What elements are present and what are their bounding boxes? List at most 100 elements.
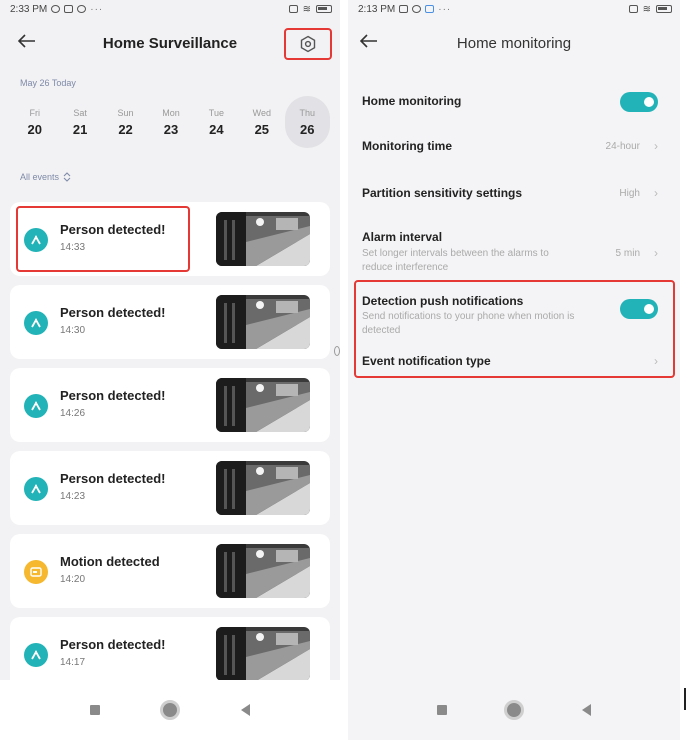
app-status-icon (399, 5, 409, 13)
day-fri[interactable]: Fri 20 (12, 96, 57, 148)
home-button[interactable] (504, 700, 525, 720)
more-status-icon: ··· (438, 3, 452, 15)
back-arrow-icon[interactable] (358, 30, 380, 52)
app-status-icon (64, 5, 74, 13)
highlight-annotation (16, 206, 190, 272)
more-status-icon: ··· (90, 3, 104, 15)
search-status-icon (77, 5, 87, 13)
highlight-annotation (354, 280, 675, 378)
event-thumbnail[interactable] (216, 212, 310, 266)
monitoring-time-row[interactable]: Monitoring time 24-hour › (362, 124, 666, 171)
settings-icon (300, 35, 316, 53)
event-thumbnail[interactable] (216, 627, 310, 681)
app-status-icon (425, 5, 435, 13)
status-bar: 2:13 PM ··· ≋ (348, 0, 680, 18)
event-thumbnail[interactable] (216, 295, 310, 349)
motion-icon (24, 560, 48, 584)
event-list: Person detected! 14:33 Person detected! 14:… (0, 202, 340, 691)
battery-icon (316, 5, 332, 13)
day-number: 20 (27, 121, 42, 137)
event-filter-label: All events (20, 172, 60, 182)
status-time: 2:33 PM (10, 3, 48, 15)
event-card[interactable]: Person detected! 14:33 (10, 202, 330, 276)
day-tue[interactable]: Tue 24 (194, 96, 239, 148)
event-thumbnail[interactable] (216, 461, 310, 515)
page-title: Home Surveillance (102, 34, 238, 52)
back-arrow-icon[interactable] (16, 30, 38, 52)
app-header: Home monitoring (348, 18, 680, 68)
gear-status-icon (412, 5, 422, 13)
screen-record-icon (288, 5, 298, 13)
event-title: Motion detected (60, 554, 160, 569)
event-card[interactable]: Person detected! 14:30 (10, 285, 330, 359)
edge-handle (334, 346, 340, 356)
day-mon[interactable]: Mon 23 (148, 96, 193, 148)
setting-value: High (619, 188, 640, 199)
setting-title: Partition sensitivity settings (362, 186, 523, 200)
text-cursor (684, 688, 686, 710)
day-name: Wed (252, 107, 271, 118)
system-nav-bar (348, 680, 680, 740)
person-icon (24, 643, 48, 667)
day-thu[interactable]: Thu 26 (284, 96, 330, 148)
home-button[interactable] (160, 700, 181, 720)
current-date-label: May 26 Today (20, 78, 76, 88)
day-sat[interactable]: Sat 21 (57, 96, 102, 148)
home-monitoring-toggle[interactable] (620, 92, 658, 112)
setting-title: Home monitoring (362, 94, 462, 108)
setting-description: Set longer intervals between the alarms … (362, 248, 549, 273)
person-icon (24, 394, 48, 418)
wifi-icon: ≋ (302, 3, 311, 15)
event-title: Person detected! (60, 305, 166, 320)
event-time: 14:20 (60, 574, 86, 585)
partition-sensitivity-row[interactable]: Partition sensitivity settings High › (362, 171, 666, 218)
event-time: 14:17 (60, 657, 86, 668)
chevron-right-icon: › (654, 186, 658, 200)
day-wed[interactable]: Wed 25 (239, 96, 284, 148)
day-number: 21 (72, 121, 88, 137)
day-number: 26 (300, 121, 315, 137)
event-card[interactable]: Motion detected 14:20 (10, 534, 330, 608)
search-status-icon (51, 5, 61, 13)
event-thumbnail[interactable] (216, 378, 310, 432)
event-thumbnail[interactable] (216, 544, 310, 598)
setting-value: 5 min (615, 248, 640, 259)
app-header: Home Surveillance (0, 18, 340, 68)
day-name: Fri (29, 107, 40, 118)
event-time: 14:23 (60, 491, 86, 502)
event-time: 14:30 (60, 325, 86, 336)
screen-record-icon (628, 5, 638, 13)
home-monitoring-screen: 2:13 PM ··· ≋ Home monitoring Home monit… (348, 0, 680, 740)
day-number: 24 (209, 121, 224, 137)
day-selector: Fri 20 Sat 21 Sun 22 Mon 23 Tue 24 Wed 25 Thu 26 (0, 88, 340, 148)
home-monitoring-row[interactable]: Home monitoring (362, 78, 666, 124)
day-name: Sun (117, 107, 134, 118)
day-name: Tue (208, 107, 224, 118)
home-surveillance-screen: 2:33 PM ··· ≋ Home Surveillance May 26 T… (0, 0, 340, 740)
person-icon (24, 477, 48, 501)
setting-title: Alarm interval (362, 230, 443, 244)
day-number: 25 (254, 121, 270, 137)
event-time: 14:26 (60, 408, 86, 419)
day-number: 22 (118, 121, 133, 137)
day-name: Sat (73, 107, 87, 118)
back-button[interactable] (240, 704, 250, 716)
event-title: Person detected! (60, 388, 166, 403)
setting-title: Monitoring time (362, 139, 452, 153)
back-button[interactable] (582, 704, 592, 716)
event-card[interactable]: Person detected! 14:26 (10, 368, 330, 442)
status-time: 2:13 PM (358, 3, 396, 15)
event-title: Person detected! (60, 471, 166, 486)
event-filter[interactable]: All events (0, 172, 340, 182)
settings-button[interactable] (284, 28, 332, 60)
recents-button[interactable] (90, 705, 101, 715)
recents-button[interactable] (436, 705, 447, 715)
day-sun[interactable]: Sun 22 (103, 96, 148, 148)
event-card[interactable]: Person detected! 14:23 (10, 451, 330, 525)
person-icon (24, 311, 48, 335)
alarm-interval-row[interactable]: Alarm interval Set longer intervals betw… (362, 218, 666, 286)
day-number: 23 (163, 121, 179, 137)
system-nav-bar (0, 680, 340, 740)
setting-value: 24-hour (605, 141, 640, 152)
day-name: Mon (162, 107, 180, 118)
